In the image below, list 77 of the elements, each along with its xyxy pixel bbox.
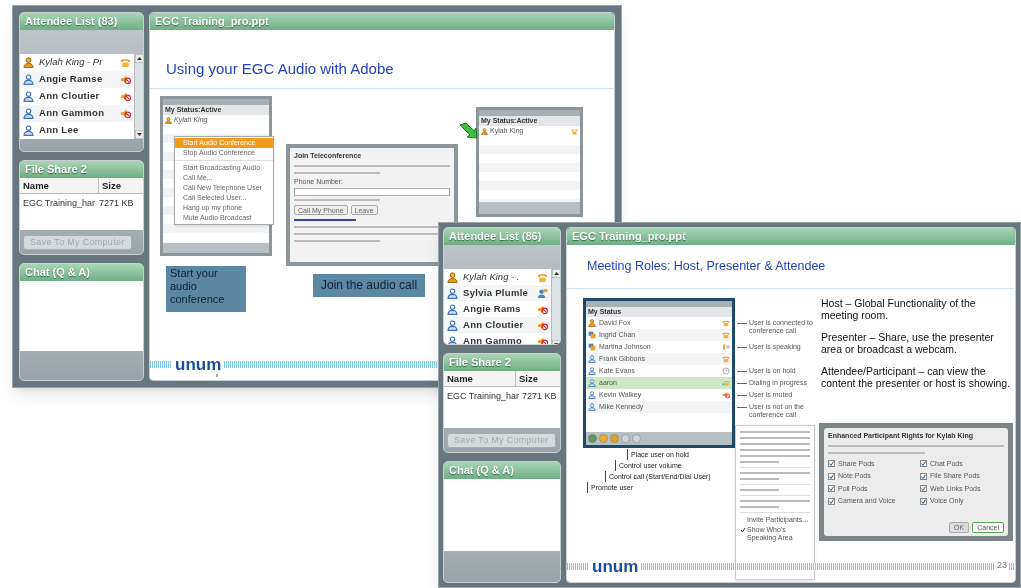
panel-title: File Share 2 xyxy=(20,161,143,178)
attendee-name: Ann Cloutier xyxy=(39,89,101,104)
checkbox[interactable] xyxy=(920,485,927,493)
checkbox[interactable] xyxy=(920,472,927,480)
column-header[interactable]: Size xyxy=(99,178,143,193)
text-line xyxy=(740,455,810,457)
attendee-name: Kylah King - Pr xyxy=(39,55,104,70)
body-text: Presenter – Share, use the presenter area or broadcast a webcam. xyxy=(821,331,995,355)
leader-line xyxy=(737,323,747,324)
attendee-row[interactable]: Angie Rams xyxy=(444,301,551,317)
attendee-name: Angie Ramse xyxy=(39,72,104,87)
checkbox[interactable] xyxy=(828,460,835,468)
attendee-row[interactable]: Ann Gammon xyxy=(20,105,134,122)
table-cell-text: EGC Training_har xyxy=(446,390,520,403)
text-line xyxy=(740,478,779,480)
table-cell-text: EGC Training_har xyxy=(22,197,96,210)
panel-title: Attendee List (86) xyxy=(444,228,560,245)
leader-line xyxy=(737,407,747,408)
text-line xyxy=(740,461,779,463)
scroll-up-icon xyxy=(552,269,560,278)
attendee-row[interactable]: Kylah King - Pr xyxy=(20,54,134,71)
panel-title: EGC Training_pro.ppt xyxy=(150,13,614,30)
slide-heading: Meeting Roles: Host, Presenter & Attendee xyxy=(587,258,826,275)
attendee-name: Angie Rams xyxy=(463,301,522,316)
text-line xyxy=(740,506,779,508)
attendee-row[interactable]: Kylah King - . xyxy=(444,269,551,285)
column-header[interactable]: Name xyxy=(20,178,99,193)
panel-title: EGC Training_pro.ppt xyxy=(567,228,1015,245)
table-cell-text: 7271 KB xyxy=(522,390,558,403)
callout-label: Start your audio conference xyxy=(166,266,246,312)
attendee-name: Sylvia Plumle xyxy=(463,285,530,300)
checkbox[interactable] xyxy=(920,497,927,505)
panel-title: Attendee List (83) xyxy=(20,13,143,30)
column-header[interactable]: Size xyxy=(516,371,560,386)
scroll-up-icon xyxy=(135,54,143,63)
leader-line xyxy=(737,395,747,396)
checkbox[interactable] xyxy=(828,472,835,480)
phone-icon xyxy=(571,127,578,135)
column-header[interactable]: Name xyxy=(444,371,516,386)
attendee-name: Ann Cloutier xyxy=(463,317,525,332)
text-line xyxy=(740,489,779,491)
table-cell-text: 7271 KB xyxy=(99,197,135,210)
leader-line xyxy=(737,347,747,348)
attendee-row[interactable]: Ann Gammo xyxy=(444,333,551,344)
attendee-row[interactable]: Sylvia Plumle xyxy=(444,285,551,301)
scrollbar[interactable] xyxy=(551,269,560,344)
text-line xyxy=(740,437,810,439)
leader-line xyxy=(737,371,747,372)
text-line xyxy=(740,500,810,502)
text-line xyxy=(740,449,810,451)
checkbox[interactable] xyxy=(828,497,835,505)
body-text: Attendee/Participant – can view the content the presenter or host is showing. xyxy=(821,365,1012,389)
attendee-row[interactable]: Ann Cloutier xyxy=(20,88,134,105)
checkbox[interactable] xyxy=(828,485,835,493)
scrollbar[interactable] xyxy=(134,54,143,139)
callout-label: Join the audio call xyxy=(313,274,426,297)
slide-heading: Using your EGC Audio with Adobe xyxy=(166,59,394,79)
arrow-icon xyxy=(458,122,478,140)
phone-field[interactable] xyxy=(294,188,450,196)
text-line xyxy=(740,431,810,433)
attendee-row[interactable]: Ann Cloutier xyxy=(444,317,551,333)
panel-title: Chat (Q & A) xyxy=(20,264,143,281)
checkbox[interactable] xyxy=(920,460,927,468)
attendee-name: Kylah King - . xyxy=(463,269,521,284)
attendee-row[interactable]: Angie Ramse xyxy=(20,71,134,88)
host-user-icon xyxy=(481,127,488,135)
panel-title: Chat (Q & A) xyxy=(444,462,560,479)
panel-title: File Share 2 xyxy=(444,354,560,371)
leader-line xyxy=(737,383,747,384)
body-text: Host – Global Functionality of the meeting room. xyxy=(821,297,977,321)
host-user-icon xyxy=(165,116,172,124)
attendee-name: Ann Lee xyxy=(39,123,80,138)
attendee-name: Ann Gammo xyxy=(463,333,524,344)
scroll-down-icon xyxy=(135,130,143,139)
attendee-name: Ann Gammon xyxy=(39,106,106,121)
text-line xyxy=(740,443,810,445)
text-line xyxy=(740,472,810,474)
